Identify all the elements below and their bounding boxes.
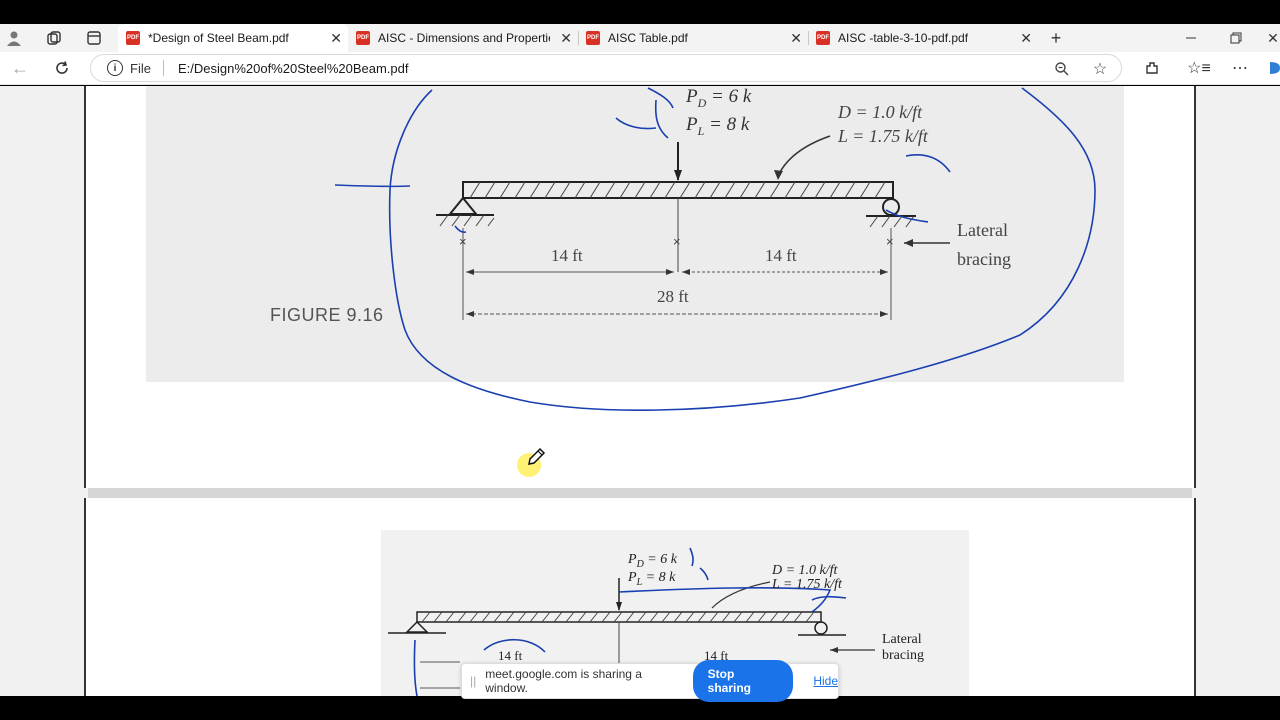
bottom-pl-label: PL = 8 k — [628, 570, 676, 588]
figure-caption: FIGURE 9.16 — [270, 305, 384, 325]
drag-handle-icon[interactable]: || — [470, 674, 476, 688]
more-options-icon[interactable]: ⋯ — [1230, 58, 1250, 78]
toolbar: ← i File E:/Design%20of%20Steel%20Beam.p… — [0, 52, 1280, 85]
scheme-label: File — [130, 60, 151, 76]
top-bracing-label-1: Lateral — [957, 220, 1008, 240]
favorites-icon[interactable]: ☆≡ — [1187, 58, 1211, 78]
bottom-bracing-label-1: Lateral — [882, 632, 922, 647]
close-window-icon[interactable]: ✕ — [1266, 28, 1280, 48]
sharing-message: meet.google.com is sharing a window. — [485, 667, 642, 695]
restore-icon[interactable] — [1225, 28, 1247, 48]
top-pl-label: PL = 8 k — [686, 114, 750, 138]
address-divider — [162, 60, 164, 76]
pdf-file-icon: PDF — [126, 31, 140, 45]
tab-label: AISC -table-3-10-pdf.pdf — [838, 31, 969, 45]
stop-sharing-button[interactable]: Stop sharing — [692, 660, 794, 702]
tab-label: AISC - Dimensions and Properties — [378, 31, 550, 45]
top-bracing-label-2: bracing — [957, 249, 1011, 269]
info-icon[interactable]: i — [107, 60, 123, 76]
svg-text:×: × — [673, 234, 681, 249]
favorite-star-icon[interactable]: ☆ — [1091, 60, 1109, 78]
tab-aisc-table[interactable]: PDF AISC Table.pdf ✕ — [578, 24, 808, 52]
bottom-pd-label: PD = 6 k — [628, 552, 677, 570]
svg-text:×: × — [886, 234, 894, 249]
address-bar[interactable]: i File E:/Design%20of%20Steel%20Beam.pdf… — [90, 54, 1122, 82]
tab-label: *Design of Steel Beam.pdf — [148, 31, 289, 45]
pdf-file-icon: PDF — [816, 31, 830, 45]
bottom-bracing-label-2: bracing — [882, 648, 924, 663]
tab-aisc-dimensions[interactable]: PDF AISC - Dimensions and Properties ✕ — [348, 24, 578, 52]
zoom-icon[interactable] — [1053, 60, 1071, 78]
tab-aisc-table-3-10[interactable]: PDF AISC -table-3-10-pdf.pdf ✕ — [808, 24, 1038, 52]
close-tab-icon[interactable]: ✕ — [560, 30, 572, 47]
svg-text:×: × — [459, 234, 467, 249]
pencil-cursor-icon — [524, 445, 548, 469]
screen-sharing-bar: || meet.google.com is sharing a window. … — [461, 660, 839, 702]
tab-actions-icon[interactable] — [84, 28, 104, 48]
tab-label: AISC Table.pdf — [608, 31, 688, 45]
bottom-live-load-label: L = 1.75 k/ft — [772, 577, 842, 592]
extensions-icon[interactable] — [1142, 58, 1162, 78]
pdf-file-icon: PDF — [356, 31, 370, 45]
refresh-icon[interactable] — [52, 58, 72, 78]
bottom-span-left-label: 14 ft — [498, 648, 523, 663]
top-live-load-label: L = 1.75 k/ft — [838, 126, 928, 146]
tab-design-of-steel-beam[interactable]: PDF *Design of Steel Beam.pdf ✕ — [118, 24, 348, 52]
browser-window: PDF *Design of Steel Beam.pdf ✕ PDF AISC… — [0, 0, 1280, 720]
top-dead-load-label: D = 1.0 k/ft — [838, 102, 923, 122]
close-tab-icon[interactable]: ✕ — [790, 30, 802, 47]
hide-link[interactable]: Hide — [813, 674, 838, 688]
plus-icon[interactable]: + — [1046, 28, 1066, 48]
back-icon[interactable]: ← — [10, 58, 30, 78]
top-span-left-label: 14 ft — [551, 246, 583, 265]
pdf-viewer[interactable]: × × × PD = 6 k PL = 8 k D = 1.0 k/ft L =… — [0, 86, 1280, 696]
tab-strip: PDF *Design of Steel Beam.pdf ✕ PDF AISC… — [0, 24, 1280, 52]
close-tab-icon[interactable]: ✕ — [330, 30, 342, 47]
pdf-file-icon: PDF — [586, 31, 600, 45]
top-span-right-label: 14 ft — [765, 246, 797, 265]
url-text[interactable]: E:/Design%20of%20Steel%20Beam.pdf — [178, 61, 409, 76]
beam-diagram-top: × × × — [334, 87, 1096, 412]
page-gap — [88, 488, 1192, 498]
workspaces-icon[interactable] — [44, 28, 64, 48]
top-pd-label: PD = 6 k — [686, 86, 752, 110]
minimize-icon[interactable] — [1180, 28, 1202, 48]
profile-icon[interactable] — [4, 28, 24, 48]
close-tab-icon[interactable]: ✕ — [1020, 30, 1032, 47]
copilot-icon[interactable] — [1268, 58, 1280, 78]
top-span-total-label: 28 ft — [657, 287, 689, 306]
